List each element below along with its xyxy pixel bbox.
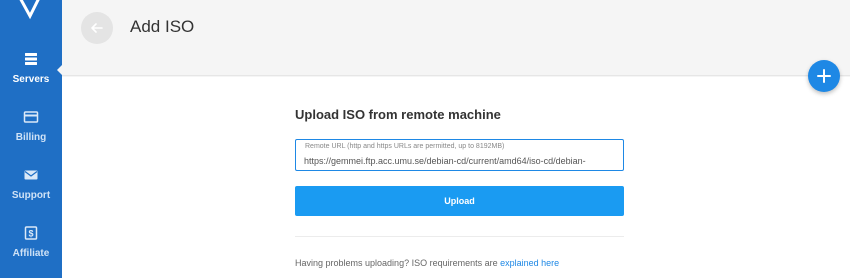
sidebar-item-label: Support bbox=[11, 190, 51, 201]
svg-text:$: $ bbox=[28, 229, 33, 239]
add-button[interactable] bbox=[808, 60, 840, 92]
sidebar-item-servers[interactable]: Servers bbox=[0, 52, 62, 110]
remote-url-field[interactable]: Remote URL (http and https URLs are perm… bbox=[295, 139, 624, 171]
dollar-icon: $ bbox=[24, 226, 38, 240]
credit-card-icon bbox=[23, 111, 39, 123]
help-message: Having problems uploading? ISO requireme… bbox=[295, 258, 501, 268]
divider bbox=[295, 236, 624, 237]
explained-here-link[interactable]: explained here bbox=[500, 258, 559, 268]
page-title: Add ISO bbox=[130, 17, 195, 36]
page-header: Add ISO bbox=[62, 0, 850, 76]
remote-url-input[interactable] bbox=[304, 153, 622, 168]
back-button[interactable] bbox=[81, 12, 113, 44]
upload-heading: Upload ISO from remote machine bbox=[295, 107, 501, 122]
sidebar: Servers Billing Support $ Affiliate bbox=[0, 0, 62, 278]
sidebar-item-label: Affiliate bbox=[12, 248, 50, 259]
servers-icon bbox=[25, 53, 37, 65]
sidebar-item-billing[interactable]: Billing bbox=[0, 110, 62, 168]
logo-icon bbox=[19, 0, 40, 20]
sidebar-item-label: Billing bbox=[15, 132, 47, 143]
sidebar-item-label: Servers bbox=[12, 74, 50, 85]
help-text: Having problems uploading? ISO requireme… bbox=[295, 258, 559, 268]
envelope-icon bbox=[24, 170, 38, 180]
sidebar-item-support[interactable]: Support bbox=[0, 168, 62, 226]
upload-button[interactable]: Upload bbox=[295, 186, 624, 216]
sidebar-item-affiliate[interactable]: $ Affiliate bbox=[0, 226, 62, 278]
remote-url-label: Remote URL (http and https URLs are perm… bbox=[305, 143, 505, 150]
plus-icon bbox=[817, 69, 831, 83]
arrow-left-icon bbox=[91, 23, 103, 33]
